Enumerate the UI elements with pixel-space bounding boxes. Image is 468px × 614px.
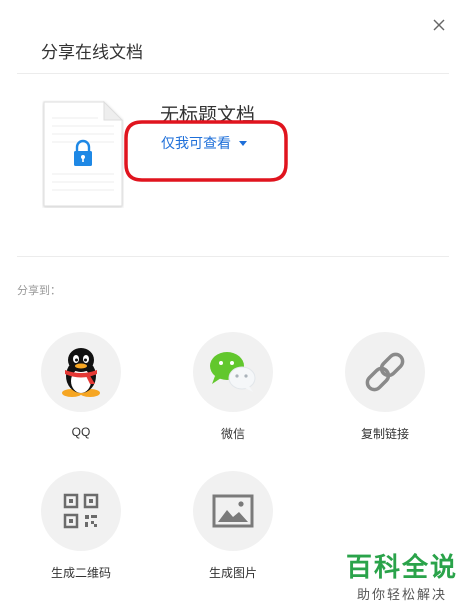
permission-label: 仅我可查看 [161, 135, 231, 151]
close-icon [433, 19, 445, 31]
share-wechat-label: 微信 [220, 427, 245, 441]
watermark-brand: 百科全说 [345, 552, 458, 582]
copy-link-button[interactable]: 复制链接 [335, 332, 435, 442]
generate-image-button[interactable]: 生成图片 [183, 471, 283, 581]
watermark-slogan: 助你轻松解决 [356, 587, 447, 602]
share-qq-button[interactable]: QQ [31, 332, 131, 439]
section-divider [17, 256, 449, 257]
header-divider [17, 73, 449, 74]
document-name: 无标题文档 [160, 105, 256, 126]
share-dialog: 分享在线文档 无标题文档 仅我可查看 分享到： QQ 微信 复制链接 生成二维码… [0, 0, 468, 614]
qq-penguin-icon [62, 348, 100, 397]
caret-down-icon [239, 140, 247, 146]
share-qq-label: QQ [71, 425, 91, 439]
permission-dropdown[interactable]: 仅我可查看 [161, 133, 247, 153]
generate-qr-label: 生成二维码 [50, 566, 111, 580]
generate-image-label: 生成图片 [208, 566, 257, 580]
share-heading: 分享到： [17, 285, 61, 297]
link-icon [365, 352, 405, 392]
share-wechat-button[interactable]: 微信 [183, 332, 283, 442]
watermark: 百科全说 助你轻松解决 [342, 553, 462, 603]
document-lock-icon [43, 100, 124, 207]
qr-code-icon [63, 493, 99, 529]
close-button[interactable] [428, 14, 450, 36]
copy-link-label: 复制链接 [360, 427, 409, 441]
dialog-title: 分享在线文档 [41, 43, 143, 62]
document-thumbnail [42, 100, 124, 208]
image-icon [212, 494, 254, 528]
wechat-icon [210, 352, 256, 392]
generate-qr-button[interactable]: 生成二维码 [31, 471, 131, 581]
